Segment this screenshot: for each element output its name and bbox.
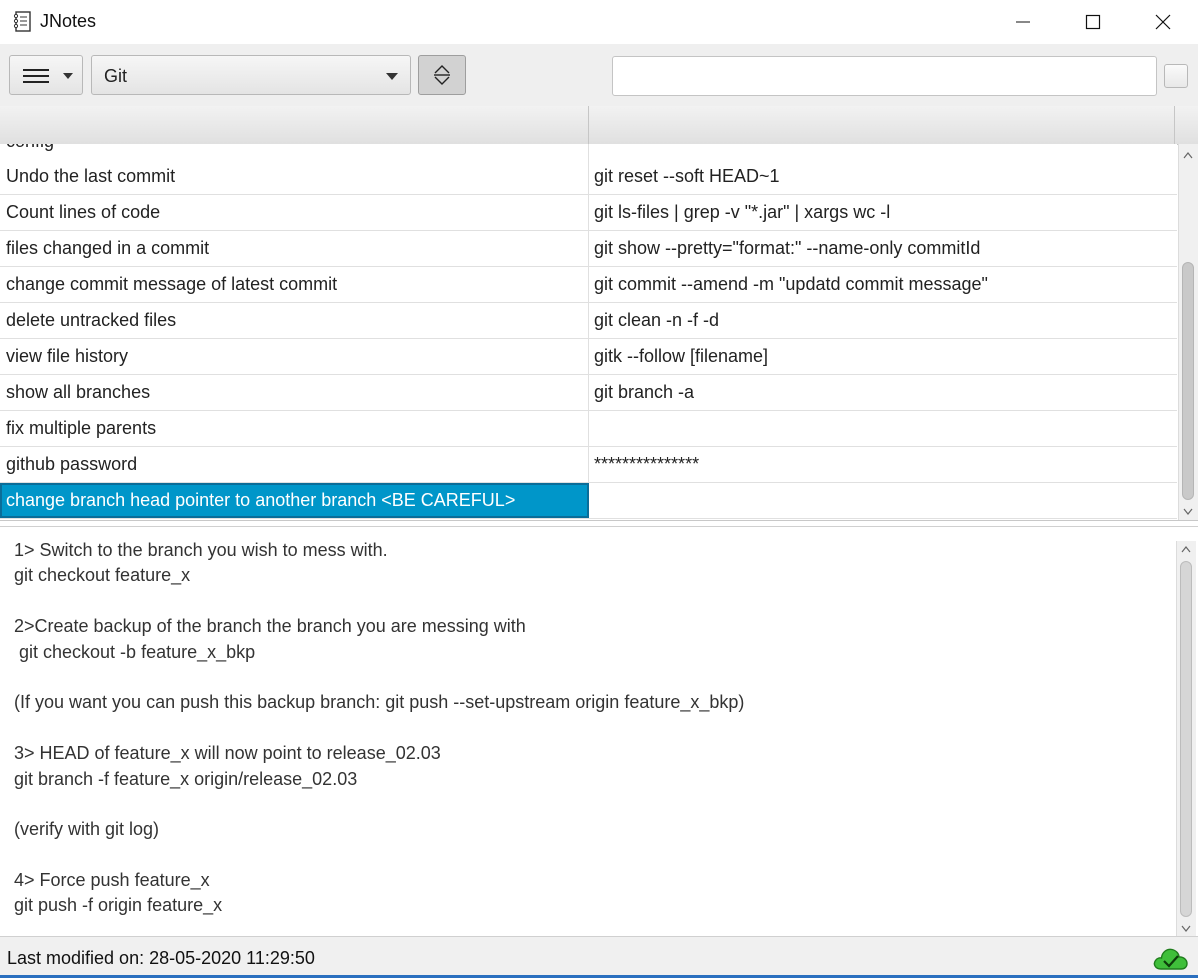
- expand-collapse-button[interactable]: [418, 55, 466, 95]
- note-line: git checkout -b feature_x_bkp: [14, 641, 256, 662]
- table-row[interactable]: github password ***************: [0, 447, 1177, 483]
- note-line: 2>Create backup of the branch the branch…: [14, 616, 526, 637]
- table-header: [0, 106, 1198, 145]
- note-scrollbar-thumb[interactable]: [1180, 561, 1192, 917]
- column-header-filler: [1175, 106, 1198, 144]
- table-row[interactable]: Undo the last commit git reset --soft HEA…: [0, 159, 1177, 195]
- note-line: [14, 843, 1164, 868]
- note-line: 1> Switch to the branch you wish to mess…: [14, 540, 388, 560]
- note-line: 4> Force push feature_x: [14, 870, 210, 891]
- search-input[interactable]: [612, 56, 1157, 96]
- maximize-button[interactable]: [1058, 0, 1128, 44]
- row-key-cell[interactable]: files changed in a commit: [0, 231, 589, 266]
- row-key-cell[interactable]: fix multiple parents: [0, 411, 589, 446]
- maximize-icon: [1085, 14, 1101, 30]
- menu-button[interactable]: [9, 55, 83, 95]
- scroll-down-icon[interactable]: [1183, 508, 1193, 516]
- row-key-cell[interactable]: delete untracked files: [0, 303, 589, 338]
- hamburger-icon: [23, 69, 49, 83]
- note-line: git push -f origin feature_x: [14, 895, 223, 916]
- row-key-cell[interactable]: change branch head pointer to another br…: [0, 483, 589, 518]
- cloud-check-icon[interactable]: [1152, 943, 1190, 973]
- row-value-cell[interactable]: [589, 483, 1177, 518]
- table-row[interactable]: delete untracked files git clean -n -f -d: [0, 303, 1177, 339]
- row-key-cell[interactable]: change commit message of latest commit: [0, 267, 589, 302]
- row-key-cell[interactable]: view file history: [0, 339, 589, 374]
- row-key-cell[interactable]: show all branches: [0, 375, 589, 410]
- note-line: git branch -f feature_x origin/release_0…: [14, 768, 358, 789]
- row-key-cell[interactable]: Undo the last commit: [0, 159, 589, 194]
- note-line: [14, 665, 1164, 690]
- table-row[interactable]: change branch head pointer to another br…: [0, 483, 1177, 519]
- row-value-cell[interactable]: gitk --follow [filename]: [589, 339, 1177, 374]
- window-title: JNotes: [40, 11, 97, 31]
- scroll-down-icon[interactable]: [1181, 925, 1191, 933]
- note-line: [14, 589, 1164, 614]
- title-bar: JNotes: [0, 0, 1198, 44]
- minimize-icon: [1016, 21, 1030, 23]
- last-modified-text: Last modified on: 28-05-2020 11:29:50: [7, 948, 315, 968]
- table-row[interactable]: show all branches git branch -a: [0, 375, 1177, 411]
- chevron-down-icon: [63, 73, 73, 79]
- close-icon: [1155, 14, 1171, 30]
- close-button[interactable]: [1128, 0, 1198, 44]
- row-value-cell[interactable]: ***************: [589, 447, 1177, 482]
- table-row[interactable]: files changed in a commit git show --pret…: [0, 231, 1177, 267]
- row-value-cell[interactable]: git show --pretty="format:" --name-only …: [589, 231, 1177, 266]
- note-line: [14, 792, 1164, 817]
- table-row[interactable]: change commit message of latest commit gi…: [0, 267, 1177, 303]
- row-key-cell[interactable]: config: [0, 144, 589, 159]
- row-key-cell[interactable]: Count lines of code: [0, 195, 589, 230]
- note-text[interactable]: 1> Switch to the branch you wish to mess…: [14, 538, 1164, 919]
- row-key-cell[interactable]: github password: [0, 447, 589, 482]
- row-value-cell[interactable]: git commit --amend -m "updatd commit mes…: [589, 267, 1177, 302]
- filter-checkbox[interactable]: [1164, 64, 1188, 88]
- note-line: git checkout feature_x: [14, 565, 191, 586]
- notes-table: configUndo the last commitgit reset --so…: [0, 106, 1198, 521]
- table-scrollbar-thumb[interactable]: [1182, 262, 1194, 500]
- note-scrollbar[interactable]: [1176, 541, 1196, 937]
- row-value-cell[interactable]: git branch -a: [589, 375, 1177, 410]
- note-editor[interactable]: 1> Switch to the branch you wish to mess…: [0, 526, 1198, 937]
- row-value-cell[interactable]: git clean -n -f -d: [589, 303, 1177, 338]
- category-selected-value: Git: [104, 66, 128, 86]
- row-value-cell[interactable]: [589, 144, 1177, 159]
- table-body: configUndo the last commitgit reset --so…: [0, 144, 1177, 520]
- minimize-button[interactable]: [988, 0, 1058, 44]
- notebook-icon: [13, 11, 31, 32]
- row-value-cell[interactable]: [589, 411, 1177, 446]
- chevron-down-icon: [386, 73, 398, 80]
- note-line: (If you want you can push this backup br…: [14, 692, 745, 713]
- scroll-up-icon[interactable]: [1183, 151, 1193, 159]
- expand-collapse-icon: [434, 65, 450, 85]
- column-header-key[interactable]: [0, 106, 589, 144]
- note-line: [14, 716, 1164, 741]
- toolbar: Git: [0, 44, 1198, 107]
- scroll-up-icon[interactable]: [1181, 545, 1191, 553]
- status-bar: Last modified on: 28-05-2020 11:29:50: [0, 936, 1198, 978]
- table-row[interactable]: fix multiple parents: [0, 411, 1177, 447]
- column-header-value[interactable]: [589, 106, 1175, 144]
- table-row[interactable]: view file history gitk --follow [filename…: [0, 339, 1177, 375]
- note-line: 3> HEAD of feature_x will now point to r…: [14, 743, 441, 764]
- row-value-cell[interactable]: git reset --soft HEAD~1: [589, 159, 1177, 194]
- category-select[interactable]: Git: [91, 55, 411, 95]
- table-row[interactable]: Count lines of code git ls-files | grep -…: [0, 195, 1177, 231]
- note-line: (verify with git log): [14, 819, 160, 840]
- table-row[interactable]: config: [0, 144, 1177, 160]
- table-scrollbar[interactable]: [1178, 144, 1198, 520]
- row-value-cell[interactable]: git ls-files | grep -v "*.jar" | xargs w…: [589, 195, 1177, 230]
